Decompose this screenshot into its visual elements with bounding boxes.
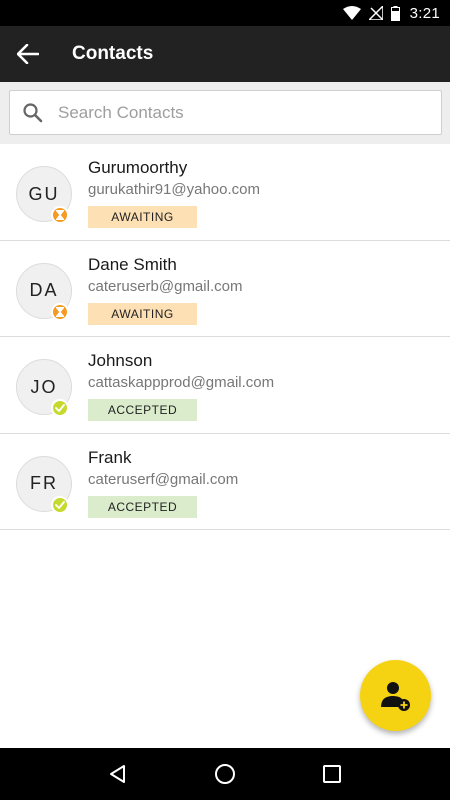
contact-row[interactable]: JO Johnson cattaskappprod@gmail.com ACCE…: [0, 337, 450, 434]
home-circle-icon[interactable]: [205, 754, 245, 794]
contact-email: cattaskappprod@gmail.com: [88, 374, 275, 391]
contact-row[interactable]: GU Gurumoorthy gurukathir91@yahoo.com AW…: [0, 144, 450, 241]
contact-email: gurukathir91@yahoo.com: [88, 181, 260, 198]
contact-name: Gurumoorthy: [88, 158, 188, 177]
contact-name: Johnson: [88, 351, 153, 370]
search-container: [0, 82, 450, 144]
recents-square-icon[interactable]: [312, 754, 352, 794]
add-contact-icon: [379, 679, 413, 713]
back-triangle-icon[interactable]: [98, 754, 138, 794]
system-nav-bar: [0, 748, 450, 800]
no-signal-icon: [368, 6, 383, 20]
check-icon: [51, 495, 69, 514]
wifi-icon: [342, 6, 361, 20]
contact-email: cateruserb@gmail.com: [88, 277, 243, 295]
contact-name: Dane Smith: [88, 254, 177, 274]
status-badge: ACCEPTED: [88, 495, 197, 518]
search-box[interactable]: [9, 90, 442, 135]
status-badge: AWAITING: [88, 302, 197, 325]
contact-row[interactable]: DA Dane Smith cateruserb@gmail.com AWAIT…: [0, 241, 450, 337]
add-contact-button[interactable]: [360, 660, 431, 731]
contact-name: Frank: [88, 447, 132, 467]
battery-icon: [390, 5, 400, 21]
contact-list: GU Gurumoorthy gurukathir91@yahoo.com AW…: [0, 144, 450, 530]
status-time: 3:21: [409, 4, 440, 22]
page-title: Contacts: [72, 43, 154, 64]
contact-email: cateruserf@gmail.com: [88, 470, 239, 488]
status-bar: 3:21: [0, 0, 450, 26]
status-badge: ACCEPTED: [88, 399, 197, 421]
status-badge: AWAITING: [88, 206, 197, 228]
back-button[interactable]: [0, 26, 56, 82]
app-bar: Contacts: [0, 26, 450, 82]
search-icon: [22, 102, 44, 124]
search-input[interactable]: [56, 101, 441, 124]
contact-row[interactable]: FR Frank cateruserf@gmail.com ACCEPTED: [0, 434, 450, 530]
hourglass-icon: [51, 206, 69, 224]
hourglass-icon: [51, 302, 69, 321]
arrow-back-icon: [17, 44, 39, 64]
check-icon: [51, 399, 69, 417]
